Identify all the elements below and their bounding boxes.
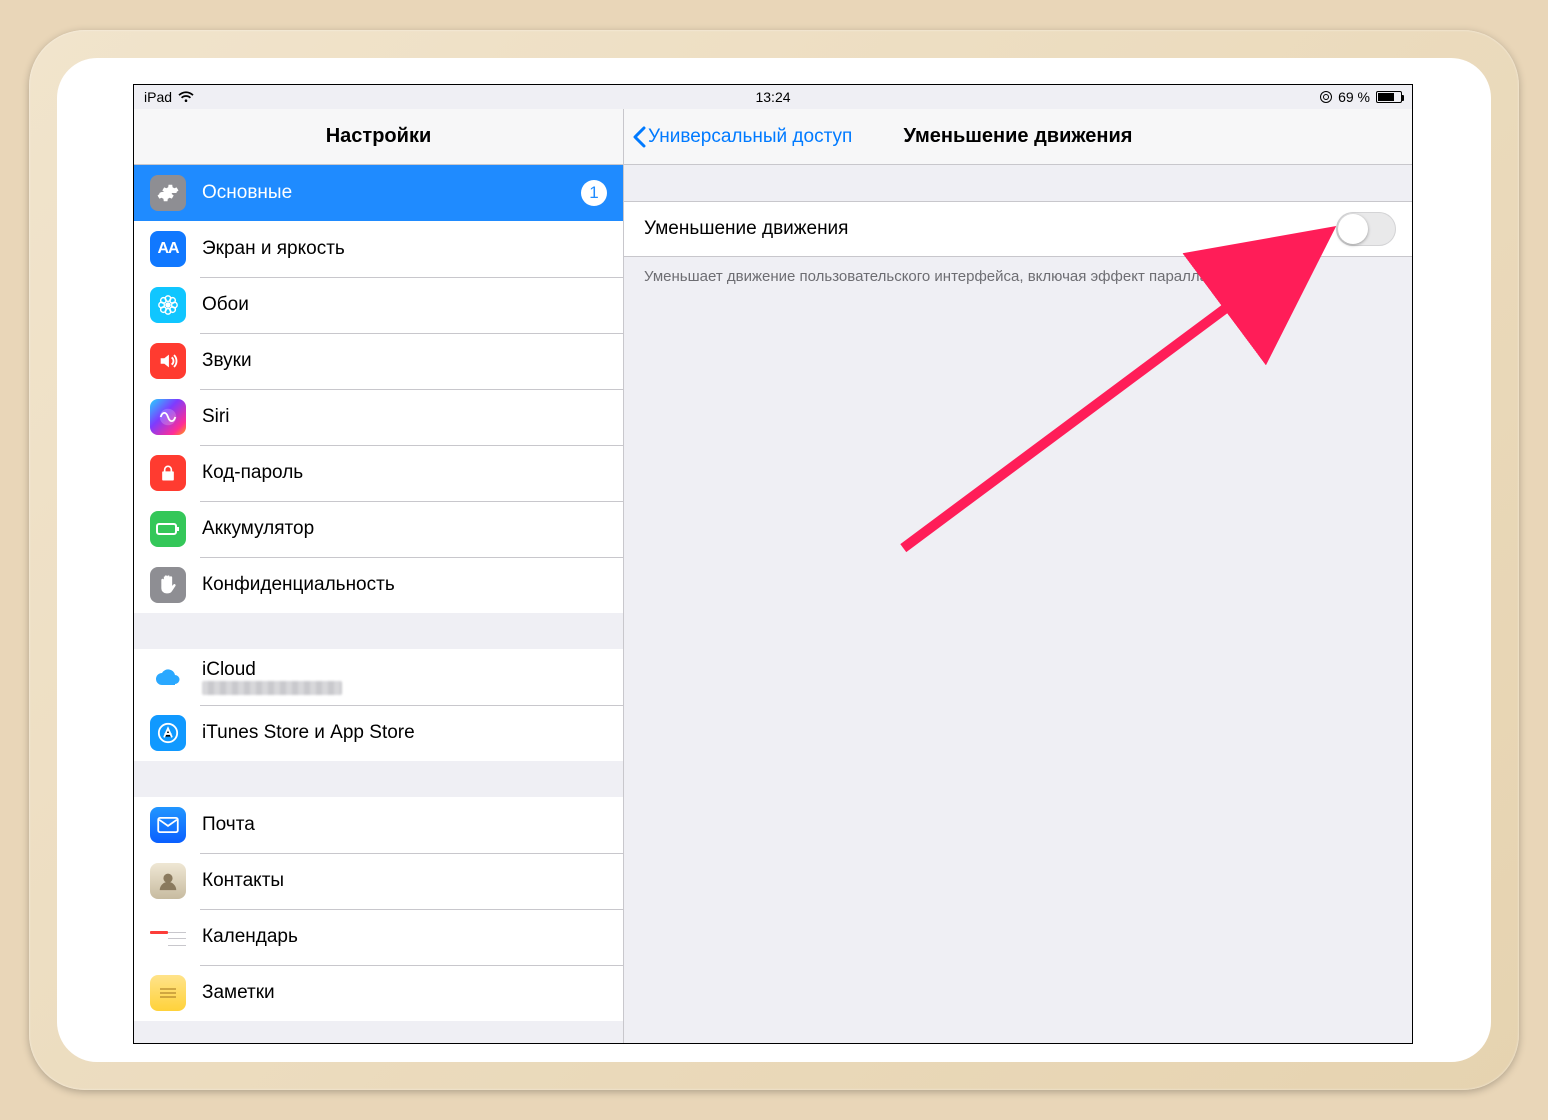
sidebar-item-label: Siri <box>202 406 229 428</box>
flower-icon <box>150 287 186 323</box>
mail-icon <box>150 807 186 843</box>
sidebar-item-label: Код-пароль <box>202 462 303 484</box>
appstore-icon <box>150 715 186 751</box>
battery-icon <box>150 511 186 547</box>
sidebar-item-обои[interactable]: Обои <box>134 277 623 333</box>
sidebar-item-label: Конфиденциальность <box>202 574 395 596</box>
siri-icon <box>150 399 186 435</box>
wifi-icon <box>178 91 194 103</box>
sidebar-header: Настройки <box>134 109 623 165</box>
sidebar-item-календарь[interactable]: Календарь <box>134 909 623 965</box>
gear-icon <box>150 175 186 211</box>
sidebar-badge: 1 <box>581 180 607 206</box>
sidebar-item-основные[interactable]: Основные 1 <box>134 165 623 221</box>
reduce-motion-label: Уменьшение движения <box>644 218 848 240</box>
sidebar-item-аккумулятор[interactable]: Аккумулятор <box>134 501 623 557</box>
sidebar-item-label: iCloud <box>202 659 342 681</box>
ipad-device-frame: iPad 13:24 69 % Настройки <box>29 30 1519 1090</box>
status-bar: iPad 13:24 69 % <box>134 85 1412 109</box>
back-button[interactable]: Универсальный доступ <box>632 109 852 164</box>
sidebar-item-экран-и-яркость[interactable]: AA Экран и яркость <box>134 221 623 277</box>
sidebar-title: Настройки <box>326 125 432 148</box>
sidebar-item-siri[interactable]: Siri <box>134 389 623 445</box>
sidebar-item-почта[interactable]: Почта <box>134 797 623 853</box>
contacts-icon <box>150 863 186 899</box>
sidebar-item-label: Обои <box>202 294 249 316</box>
redacted-subtext <box>202 681 342 695</box>
calendar-icon <box>150 919 186 955</box>
sidebar-item-конфиденциальность[interactable]: Конфиденциальность <box>134 557 623 613</box>
sidebar-item-label: Основные <box>202 182 292 204</box>
sidebar-item-контакты[interactable]: Контакты <box>134 853 623 909</box>
cloud-icon <box>150 659 186 695</box>
speaker-icon <box>150 343 186 379</box>
hand-icon <box>150 567 186 603</box>
sidebar-item-заметки[interactable]: Заметки <box>134 965 623 1021</box>
sidebar-item-label: iTunes Store и App Store <box>202 722 415 744</box>
sidebar-item-label: Календарь <box>202 926 298 948</box>
sidebar-item-label: Почта <box>202 814 255 836</box>
sidebar-item-звуки[interactable]: Звуки <box>134 333 623 389</box>
sidebar-list[interactable]: Основные 1 AA Экран и яркость Обои Звуки Siri К… <box>134 165 623 1043</box>
notes-icon <box>150 975 186 1011</box>
chevron-left-icon <box>632 126 646 148</box>
device-bezel: iPad 13:24 69 % Настройки <box>57 58 1491 1062</box>
settings-sidebar: Настройки Основные 1 AA Экран и яркость Обои… <box>134 109 624 1043</box>
sidebar-item-код-пароль[interactable]: Код-пароль <box>134 445 623 501</box>
battery-icon <box>1376 91 1402 103</box>
footer-note: Уменьшает движение пользовательского инт… <box>624 257 1412 287</box>
rotation-lock-icon <box>1320 91 1332 103</box>
sidebar-item-label: Заметки <box>202 982 275 1004</box>
sidebar-item-itunes-store-и-app-store[interactable]: iTunes Store и App Store <box>134 705 623 761</box>
sidebar-item-icloud[interactable]: iCloud <box>134 649 623 705</box>
clock: 13:24 <box>755 89 790 105</box>
sidebar-item-label: Звуки <box>202 350 252 372</box>
sidebar-item-label: Аккумулятор <box>202 518 314 540</box>
back-label: Универсальный доступ <box>648 126 852 148</box>
aA-icon: AA <box>150 231 186 267</box>
detail-header: Универсальный доступ Уменьшение движения <box>624 109 1412 165</box>
battery-percent: 69 % <box>1338 89 1370 105</box>
reduce-motion-switch[interactable] <box>1336 212 1396 246</box>
reduce-motion-cell[interactable]: Уменьшение движения <box>624 201 1412 257</box>
sidebar-item-label: Экран и яркость <box>202 238 345 260</box>
sidebar-item-label: Контакты <box>202 870 284 892</box>
detail-pane: Универсальный доступ Уменьшение движения… <box>624 109 1412 1043</box>
lock-icon <box>150 455 186 491</box>
carrier-label: iPad <box>144 89 172 105</box>
screen: iPad 13:24 69 % Настройки <box>133 84 1413 1044</box>
detail-title: Уменьшение движения <box>904 125 1133 148</box>
